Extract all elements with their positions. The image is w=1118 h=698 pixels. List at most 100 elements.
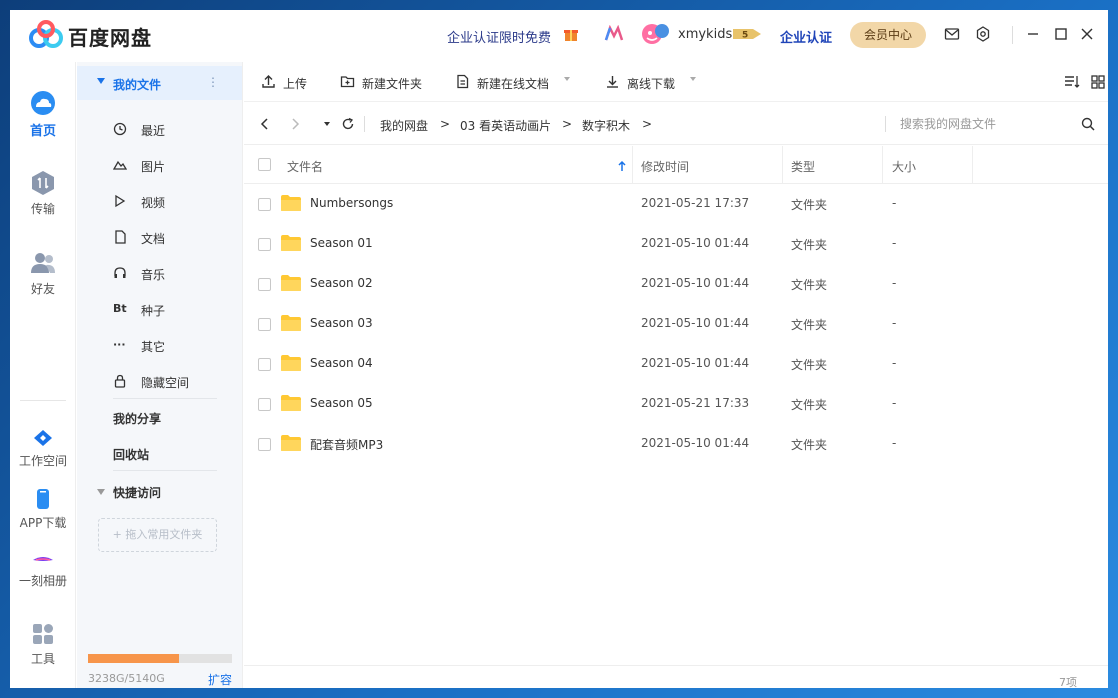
search-icon[interactable] <box>1081 117 1095 131</box>
table-row[interactable]: Season 03 2021-05-10 01:44 文件夹 - <box>244 304 1108 344</box>
column-header-modified[interactable]: 修改时间 <box>641 158 689 175</box>
column-divider[interactable] <box>972 146 973 184</box>
tree-item-hidden-space[interactable]: 隐藏空间 <box>113 370 233 394</box>
breadcrumb-level-1[interactable]: 03 看英语动画片 <box>460 117 551 134</box>
rail-item-label: APP下载 <box>19 516 67 530</box>
rail-item-friends[interactable]: 好友 <box>10 250 76 297</box>
refresh-icon[interactable] <box>341 117 355 131</box>
row-checkbox[interactable] <box>258 358 271 371</box>
minimize-icon[interactable] <box>1025 26 1041 42</box>
table-row[interactable]: Season 04 2021-05-10 01:44 文件夹 - <box>244 344 1108 384</box>
back-icon[interactable] <box>258 117 272 131</box>
column-divider[interactable] <box>782 146 783 184</box>
new-folder-button[interactable]: 新建文件夹 <box>340 73 430 91</box>
sort-ascending-icon[interactable] <box>617 160 627 172</box>
file-name[interactable]: Season 01 <box>310 236 373 250</box>
tree-item-images[interactable]: 图片 <box>113 154 233 178</box>
file-name[interactable]: 配套音频MP3 <box>310 436 383 453</box>
tree-item-documents[interactable]: 文档 <box>113 226 233 250</box>
column-header-size[interactable]: 大小 <box>892 158 916 175</box>
table-row[interactable]: 配套音频MP3 2021-05-10 01:44 文件夹 - <box>244 424 1108 464</box>
tree-item-my-share[interactable]: 我的分享 <box>113 410 161 427</box>
friends-icon <box>31 253 55 273</box>
history-dropdown-icon[interactable] <box>320 117 334 131</box>
row-checkbox[interactable] <box>258 198 271 211</box>
tree-item-label: 种子 <box>141 304 166 318</box>
rail-item-workspace[interactable]: 工作空间 <box>10 428 76 469</box>
m-service-icon[interactable] <box>604 25 624 43</box>
online-doc-icon <box>457 74 469 89</box>
rail-item-transfer[interactable]: 传输 <box>10 170 76 217</box>
new-online-doc-button[interactable]: 新建在线文档 <box>455 73 585 91</box>
column-header-name[interactable]: 文件名 <box>287 158 323 175</box>
avatar[interactable] <box>641 21 671 47</box>
row-checkbox[interactable] <box>258 318 271 331</box>
upload-icon <box>262 75 275 88</box>
rail-item-home[interactable]: 首页 <box>10 90 76 139</box>
file-name[interactable]: Season 05 <box>310 396 373 410</box>
column-divider[interactable] <box>632 146 633 184</box>
search-input[interactable] <box>900 113 1060 135</box>
quick-access-drop-zone[interactable]: + 拖入常用文件夹 <box>98 518 217 552</box>
username[interactable]: xmykids <box>678 27 732 42</box>
row-checkbox[interactable] <box>258 238 271 251</box>
member-center-button[interactable]: 会员中心 <box>850 22 926 48</box>
sort-list-icon[interactable] <box>1064 74 1080 90</box>
breadcrumb-root[interactable]: 我的网盘 <box>380 117 428 134</box>
tree-item-recent[interactable]: 最近 <box>113 118 233 142</box>
file-name[interactable]: Season 02 <box>310 276 373 290</box>
close-icon[interactable] <box>1079 26 1095 42</box>
chevron-down-icon[interactable] <box>690 77 696 81</box>
promo-link[interactable]: 企业认证限时免费 <box>447 27 551 46</box>
tree-item-other[interactable]: ··· 其它 <box>113 334 233 358</box>
maximize-icon[interactable] <box>1053 26 1069 42</box>
file-size: - <box>892 316 897 330</box>
tree-item-recycle-bin[interactable]: 回收站 <box>113 446 149 463</box>
tree-item-music[interactable]: 音乐 <box>113 262 233 286</box>
column-header-type[interactable]: 类型 <box>791 158 815 175</box>
file-size: - <box>892 276 897 290</box>
rail-item-label: 一刻相册 <box>18 574 67 588</box>
headphones-icon <box>114 267 126 278</box>
select-all-checkbox[interactable] <box>258 158 271 171</box>
tree-item-label: 我的文件 <box>113 78 162 92</box>
tree-item-label: 隐藏空间 <box>141 376 190 390</box>
file-name[interactable]: Numbersongs <box>310 196 393 210</box>
rail-item-tools[interactable]: 工具 <box>10 622 76 667</box>
breadcrumb-separator: > <box>440 117 451 131</box>
expand-storage-link[interactable]: 扩容 <box>208 671 232 688</box>
table-row[interactable]: Season 05 2021-05-21 17:33 文件夹 - <box>244 384 1108 424</box>
tree-item-videos[interactable]: 视频 <box>113 190 233 214</box>
tree-item-my-files[interactable]: 我的文件 ⋮ <box>77 66 242 100</box>
lock-icon <box>114 374 126 388</box>
table-row[interactable]: Season 01 2021-05-10 01:44 文件夹 - <box>244 224 1108 264</box>
mail-icon[interactable] <box>944 26 960 42</box>
file-modified: 2021-05-10 01:44 <box>641 316 750 330</box>
chevron-down-icon[interactable] <box>564 77 570 81</box>
column-divider[interactable] <box>882 146 883 184</box>
rail-item-album[interactable]: 一刻相册 <box>10 552 76 589</box>
enterprise-certify-link[interactable]: 企业认证 <box>780 27 832 46</box>
row-checkbox[interactable] <box>258 278 271 291</box>
title-bar: 百度网盘 企业认证限时免费 xmykids 5 企业认证 会员中心 <box>10 10 1108 62</box>
toolbar: 上传 新建文件夹 新建在线文档 离线下载 <box>244 62 1108 102</box>
rail-item-app-download[interactable]: APP下载 <box>10 488 76 531</box>
tree-item-torrents[interactable]: Bt 种子 <box>113 298 233 322</box>
breadcrumb-current[interactable]: 数字积木 <box>582 117 630 134</box>
upload-button[interactable]: 上传 <box>261 73 311 91</box>
offline-download-label: 离线下载 <box>627 77 676 91</box>
tree-item-label: 音乐 <box>141 268 166 282</box>
forward-icon[interactable] <box>288 117 302 131</box>
gift-icon[interactable] <box>563 26 579 42</box>
row-checkbox[interactable] <box>258 398 271 411</box>
album-icon <box>33 557 53 561</box>
gear-icon[interactable] <box>975 26 991 42</box>
table-row[interactable]: Season 02 2021-05-10 01:44 文件夹 - <box>244 264 1108 304</box>
file-name[interactable]: Season 04 <box>310 356 373 370</box>
file-name[interactable]: Season 03 <box>310 316 373 330</box>
table-row[interactable]: Numbersongs 2021-05-21 17:37 文件夹 - <box>244 184 1108 224</box>
grid-view-icon[interactable] <box>1090 74 1106 90</box>
row-checkbox[interactable] <box>258 438 271 451</box>
more-vertical-icon[interactable]: ⋮ <box>207 75 219 89</box>
offline-download-button[interactable]: 离线下载 <box>605 73 705 91</box>
